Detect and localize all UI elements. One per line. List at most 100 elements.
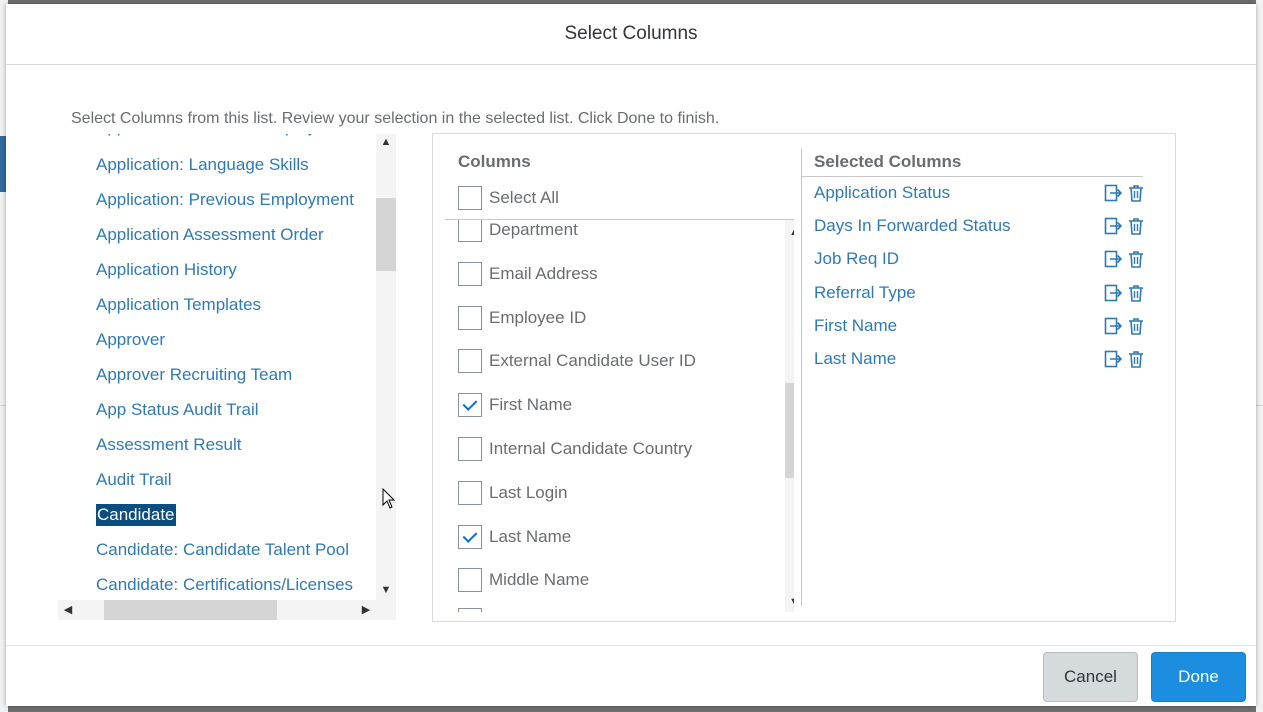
selected-columns-header: Selected Columns	[814, 152, 962, 171]
done-button[interactable]: Done	[1151, 652, 1246, 702]
dialog-header: Select Columns	[6, 4, 1256, 65]
category-item[interactable]: Approver	[96, 329, 165, 351]
columns-vertical-scrollbar[interactable]: ▲ ▼	[785, 220, 794, 612]
dialog-title: Select Columns	[564, 23, 698, 44]
column-checkbox-row[interactable]: External Candidate User ID	[458, 349, 696, 374]
category-list: Application: Previous Employ Application…	[58, 134, 396, 620]
move-icon[interactable]	[1103, 283, 1123, 303]
column-checkbox-row[interactable]: Middle Name	[458, 568, 590, 593]
category-item[interactable]: Approver Recruiting Team	[96, 364, 292, 386]
scrollbar-corner	[376, 600, 396, 620]
selected-column-label[interactable]: Referral Type	[814, 283, 1100, 303]
columns-list: Department Email Address Employee ID Extern…	[445, 220, 794, 612]
trash-icon[interactable]	[1126, 183, 1146, 203]
category-item[interactable]: App Status Audit Trail	[96, 399, 259, 421]
category-item[interactable]: Application: Previous Employment	[96, 189, 354, 211]
category-item[interactable]: Application History	[96, 259, 237, 281]
selected-column-label[interactable]: Last Name	[814, 349, 1100, 369]
selected-column-label[interactable]: Days In Forwarded Status	[814, 216, 1100, 236]
scroll-right-icon[interactable]: ▶	[356, 603, 376, 616]
move-icon[interactable]	[1103, 349, 1123, 369]
columns-header: Columns	[458, 152, 531, 171]
category-item[interactable]: Application Assessment Order	[96, 224, 324, 246]
category-vertical-scrollbar[interactable]: ▲ ▼	[376, 134, 396, 600]
category-item-partial[interactable]: Application: Previous Employ	[96, 134, 316, 137]
background-divider	[1256, 405, 1263, 406]
column-checkbox-row[interactable]: Department	[458, 220, 578, 242]
selected-column-label[interactable]: Application Status	[814, 183, 1100, 203]
select-all-label: Select All	[489, 188, 559, 207]
columns-panel: Columns Select All Department Email Addre…	[432, 133, 1176, 622]
move-icon[interactable]	[1103, 183, 1123, 203]
selected-column-row: Last Name	[814, 347, 1146, 371]
scrollbar-thumb[interactable]	[376, 198, 396, 271]
checkbox[interactable]	[458, 568, 482, 593]
scroll-down-icon[interactable]: ▼	[376, 584, 396, 596]
column-checkbox-row[interactable]: First Name	[458, 393, 573, 418]
column-checkbox-row-partial[interactable]	[458, 608, 482, 612]
trash-icon[interactable]	[1126, 216, 1146, 236]
background-page-right	[1256, 0, 1263, 712]
selected-column-row: Job Req ID	[814, 247, 1146, 271]
trash-icon[interactable]	[1126, 316, 1146, 336]
category-item[interactable]: Candidate: Candidate Talent Pool	[96, 539, 349, 561]
select-all-checkbox[interactable]: Select All	[458, 186, 559, 210]
checkbox[interactable]	[458, 608, 482, 612]
checkbox[interactable]	[458, 186, 482, 210]
column-label: Internal Candidate Country	[489, 439, 693, 458]
scrollbar-thumb[interactable]	[104, 600, 277, 620]
category-horizontal-scrollbar[interactable]: ◀ ▶	[58, 600, 376, 620]
selected-column-row: Days In Forwarded Status	[814, 214, 1146, 238]
move-icon[interactable]	[1103, 316, 1123, 336]
move-icon[interactable]	[1103, 216, 1123, 236]
column-label: Middle Name	[489, 570, 590, 590]
scroll-left-icon[interactable]: ◀	[58, 603, 78, 616]
checkbox[interactable]	[458, 305, 482, 330]
panel-divider	[801, 148, 802, 606]
category-item[interactable]: Assessment Result	[96, 434, 242, 456]
column-label: Email Address	[489, 263, 598, 283]
scrollbar-thumb[interactable]	[785, 383, 794, 478]
checkbox-checked[interactable]	[458, 393, 482, 418]
scroll-down-icon[interactable]: ▼	[785, 596, 794, 608]
instructions-text: Select Columns from this list. Review yo…	[71, 110, 720, 127]
dialog-footer: Cancel Done	[6, 645, 1256, 706]
selected-column-row: Application Status	[814, 181, 1146, 205]
trash-icon[interactable]	[1126, 283, 1146, 303]
column-checkbox-row[interactable]: Last Name	[458, 524, 572, 549]
cancel-button[interactable]: Cancel	[1043, 652, 1138, 702]
checkbox[interactable]	[458, 349, 482, 374]
column-checkbox-row[interactable]: Email Address	[458, 261, 598, 286]
scroll-up-icon[interactable]: ▲	[376, 136, 396, 148]
mouse-cursor-icon	[382, 488, 396, 509]
category-item[interactable]: Application Templates	[96, 294, 261, 316]
checkbox[interactable]	[458, 220, 482, 242]
checkbox[interactable]	[458, 480, 482, 505]
column-label: First Name	[489, 395, 573, 415]
move-icon[interactable]	[1103, 249, 1123, 269]
category-item[interactable]: Candidate	[96, 504, 176, 526]
scroll-up-icon[interactable]: ▲	[785, 226, 794, 238]
checkbox[interactable]	[458, 437, 482, 461]
column-label: External Candidate User ID	[489, 351, 696, 371]
column-label: Last Name	[489, 526, 572, 546]
column-label: Last Login	[489, 482, 568, 502]
column-checkbox-row[interactable]: Last Login	[458, 480, 568, 505]
selected-columns-divider	[801, 176, 1143, 177]
selected-column-row: Referral Type	[814, 281, 1146, 305]
category-item[interactable]: Application: Language Skills	[96, 154, 309, 176]
category-item[interactable]: Audit Trail	[96, 469, 172, 491]
select-columns-dialog: Select Columns Select Columns from this …	[6, 4, 1256, 706]
checkbox-checked[interactable]	[458, 524, 482, 549]
column-label: Employee ID	[489, 307, 587, 327]
trash-icon[interactable]	[1126, 249, 1146, 269]
column-label: Department	[489, 220, 578, 239]
selected-column-label[interactable]: First Name	[814, 316, 1100, 336]
checkbox[interactable]	[458, 261, 482, 286]
column-checkbox-row[interactable]: Internal Candidate Country	[458, 437, 692, 461]
selected-column-row: First Name	[814, 314, 1146, 338]
trash-icon[interactable]	[1126, 349, 1146, 369]
selected-column-label[interactable]: Job Req ID	[814, 249, 1100, 269]
column-checkbox-row[interactable]: Employee ID	[458, 305, 587, 330]
category-item[interactable]: Candidate: Certifications/Licenses	[96, 574, 353, 596]
